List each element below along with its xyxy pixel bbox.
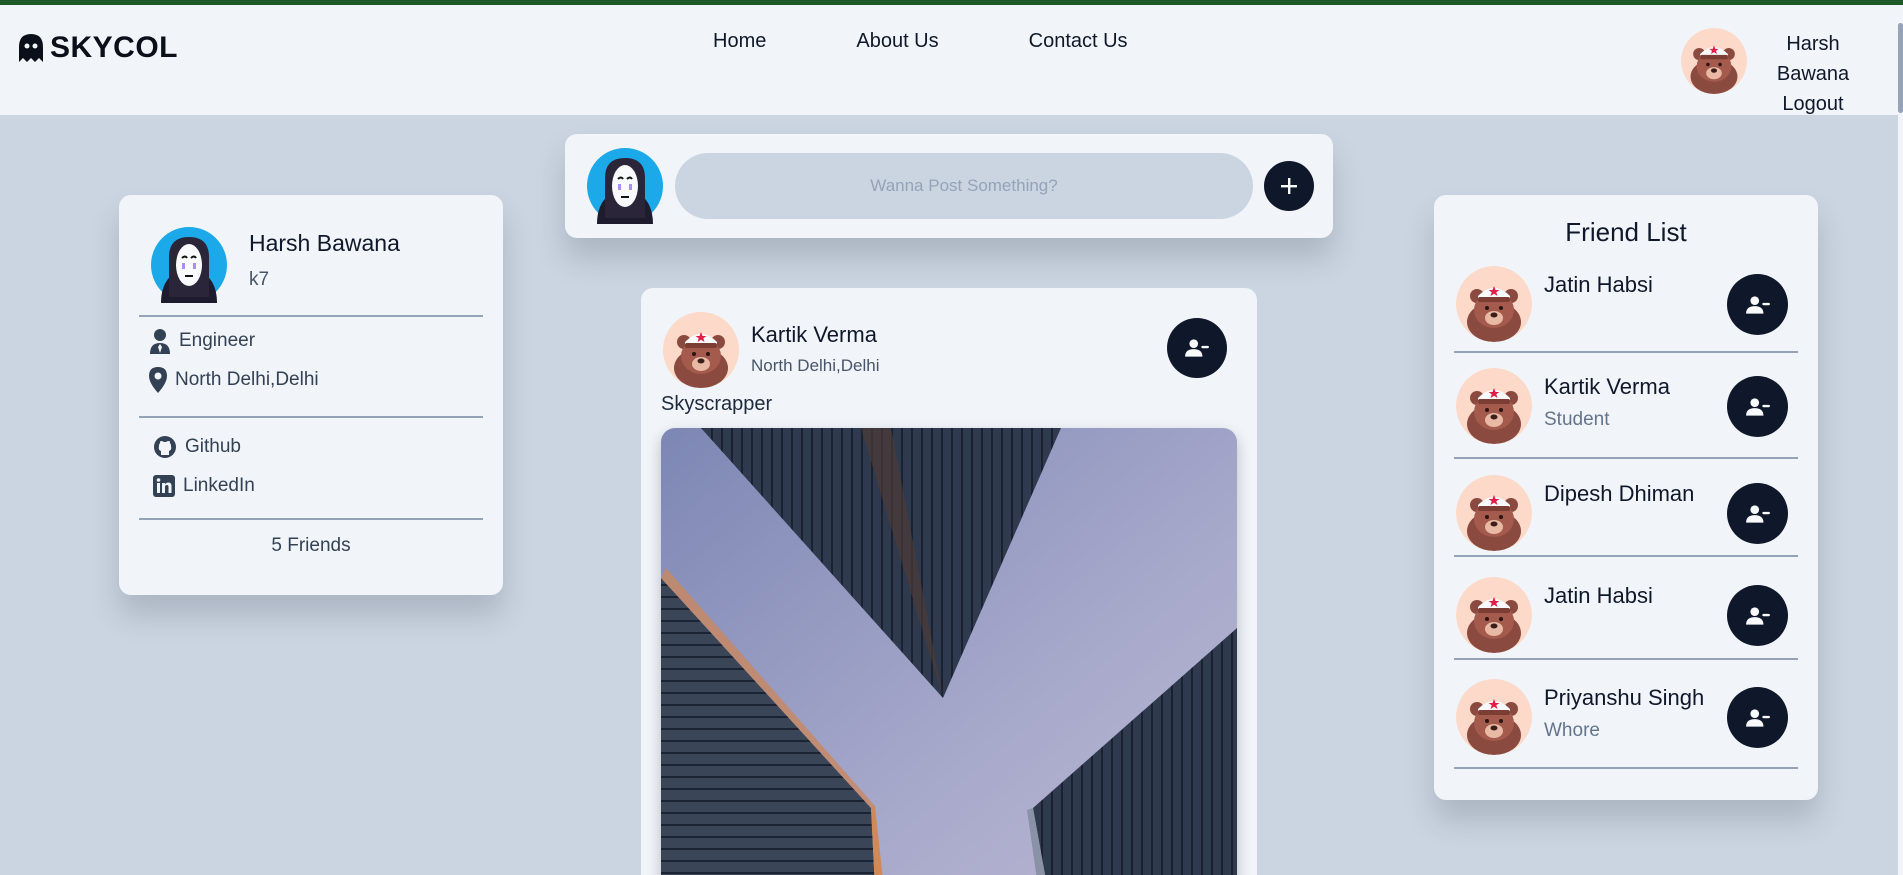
user-minus-icon <box>1745 394 1771 420</box>
friend-item: Kartik Verma Student <box>1434 364 1818 466</box>
divider <box>139 518 483 520</box>
profile-username: k7 <box>249 269 270 290</box>
friend-name[interactable]: Dipesh Dhiman <box>1544 481 1694 507</box>
user-minus-icon <box>1745 501 1771 527</box>
profile-location: North Delhi,Delhi <box>149 367 319 393</box>
linkedin-icon <box>153 475 175 497</box>
post-caption: Skyscrapper <box>661 393 773 415</box>
divider <box>139 416 483 418</box>
divider <box>1454 658 1798 660</box>
logout-link[interactable]: Logout <box>1749 89 1877 119</box>
post-composer <box>565 134 1333 238</box>
post-input[interactable] <box>675 153 1253 219</box>
nav-home[interactable]: Home <box>713 30 766 53</box>
friend-avatar[interactable] <box>1456 368 1532 444</box>
github-label[interactable]: Github <box>185 436 241 458</box>
friend-name[interactable]: Jatin Habsi <box>1544 272 1653 298</box>
post-image <box>661 428 1237 875</box>
main-nav: Home About Us Contact Us <box>713 30 1128 53</box>
friend-name[interactable]: Kartik Verma <box>1544 374 1670 400</box>
user-minus-icon <box>1745 603 1771 629</box>
remove-friend-button[interactable] <box>1727 585 1788 646</box>
nav-about-us[interactable]: About Us <box>856 30 938 53</box>
navbar: SKYCOL Home About Us Contact Us Harsh Ba… <box>0 5 1898 115</box>
friend-avatar[interactable] <box>1456 266 1532 342</box>
remove-friend-button[interactable] <box>1167 318 1227 378</box>
occupation-text: Engineer <box>179 330 256 351</box>
divider <box>1454 767 1798 769</box>
divider <box>1454 351 1798 353</box>
friend-list-card: Friend List Jatin Habsi Kartik Verma Stu… <box>1434 195 1818 800</box>
scrollbar-thumb[interactable] <box>1898 23 1903 113</box>
friend-name[interactable]: Priyanshu Singh <box>1544 685 1704 711</box>
friend-subtitle: Student <box>1544 409 1610 430</box>
header-user-menu: Harsh Bawana Logout <box>1749 29 1877 119</box>
profile-card: Harsh Bawana k7 Engineer North Delhi,Del… <box>119 195 503 595</box>
skyscraper-photo <box>661 428 1237 875</box>
divider <box>1454 457 1798 459</box>
header-avatar[interactable] <box>1681 28 1747 94</box>
user-tie-icon <box>150 329 170 354</box>
profile-name: Harsh Bawana <box>249 230 400 256</box>
ghost-icon <box>19 34 43 62</box>
remove-friend-button[interactable] <box>1727 687 1788 748</box>
profile-avatar[interactable] <box>151 227 227 303</box>
friend-list-title: Friend List <box>1565 217 1687 247</box>
linkedin-label[interactable]: LinkedIn <box>183 475 255 497</box>
post-author-name[interactable]: Kartik Verma <box>751 322 877 348</box>
nav-contact-us[interactable]: Contact Us <box>1029 30 1128 53</box>
location-text: North Delhi,Delhi <box>175 369 319 390</box>
remove-friend-button[interactable] <box>1727 376 1788 437</box>
brand-logo[interactable]: SKYCOL <box>18 31 178 65</box>
header-user-name[interactable]: Harsh Bawana <box>1749 29 1877 89</box>
add-post-button[interactable] <box>1264 161 1314 211</box>
friend-name[interactable]: Jatin Habsi <box>1544 583 1653 609</box>
brand-name: SKYCOL <box>50 31 179 64</box>
divider <box>139 315 483 317</box>
user-minus-icon <box>1745 292 1771 318</box>
friend-subtitle: Whore <box>1544 720 1600 741</box>
plus-icon <box>1281 178 1297 194</box>
friend-item: Jatin Habsi <box>1434 262 1818 364</box>
friends-count[interactable]: 5 Friends <box>119 535 503 557</box>
github-icon <box>154 436 176 458</box>
user-minus-icon <box>1745 705 1771 731</box>
friend-avatar[interactable] <box>1456 475 1532 551</box>
friend-item: Jatin Habsi <box>1434 573 1818 675</box>
map-pin-icon <box>149 367 167 393</box>
github-link[interactable]: Github <box>153 435 241 459</box>
friend-item: Dipesh Dhiman <box>1434 471 1818 573</box>
linkedin-link[interactable]: LinkedIn <box>153 475 255 497</box>
divider <box>1454 555 1798 557</box>
post-author-avatar[interactable] <box>663 312 739 388</box>
user-minus-icon <box>1184 335 1210 361</box>
remove-friend-button[interactable] <box>1727 274 1788 335</box>
remove-friend-button[interactable] <box>1727 483 1788 544</box>
profile-occupation: Engineer <box>149 328 255 354</box>
post-location: North Delhi,Delhi <box>751 356 880 375</box>
friend-item: Priyanshu Singh Whore <box>1434 675 1818 777</box>
friend-avatar[interactable] <box>1456 679 1532 755</box>
page-scrollbar[interactable] <box>1898 5 1903 875</box>
post-card: Kartik Verma North Delhi,Delhi Skyscrapp… <box>641 288 1257 875</box>
friend-avatar[interactable] <box>1456 577 1532 653</box>
composer-avatar <box>587 148 663 224</box>
